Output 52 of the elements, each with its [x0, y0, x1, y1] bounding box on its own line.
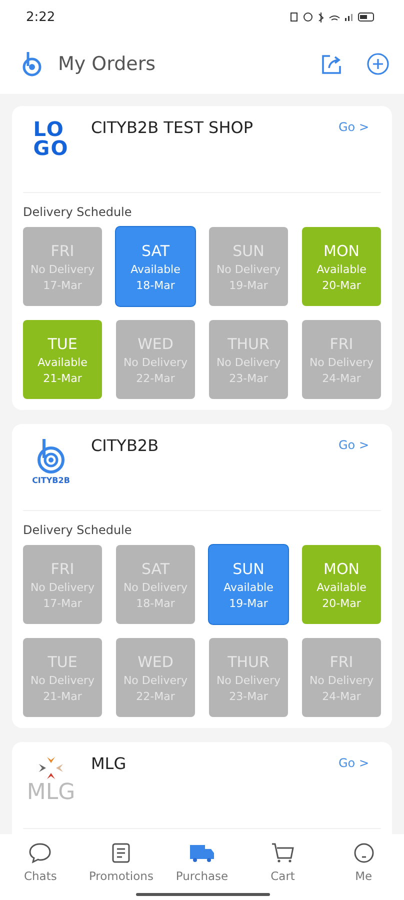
- day-name: TUE: [48, 334, 78, 352]
- day-tile[interactable]: MON Available 20-Mar: [302, 545, 381, 624]
- day-date: 19-Mar: [229, 596, 268, 610]
- profile-icon: [352, 842, 375, 864]
- day-status: Available: [38, 356, 88, 368]
- day-tile[interactable]: SAT Available 18-Mar: [116, 227, 195, 306]
- day-tile[interactable]: SUN Available 19-Mar: [209, 545, 288, 624]
- battery-icon: [358, 12, 374, 22]
- page-title: My Orders: [58, 53, 156, 75]
- day-name: SAT: [141, 242, 170, 260]
- day-tile[interactable]: MON Available 20-Mar: [302, 227, 381, 306]
- day-date: 20-Mar: [322, 596, 361, 610]
- day-status: Available: [130, 262, 180, 276]
- shop-logo: GO: [33, 139, 69, 158]
- go-link[interactable]: Go >: [338, 116, 381, 134]
- day-status: Available: [224, 580, 274, 594]
- day-status: Available: [316, 262, 366, 276]
- bluetooth-icon: [318, 12, 324, 22]
- day-status: Available: [316, 580, 366, 594]
- day-tile[interactable]: TUE Available 21-Mar: [23, 320, 102, 399]
- truck-icon: [188, 842, 215, 864]
- nav-tab[interactable]: Purchase: [162, 842, 242, 900]
- nav-tab[interactable]: Me: [323, 842, 404, 900]
- add-icon[interactable]: [366, 52, 390, 76]
- shop-name: CITYB2B: [91, 435, 160, 455]
- nav-tab[interactable]: Promotions: [80, 842, 162, 900]
- arrows-logo-icon: [38, 756, 64, 780]
- day-name: SUN: [232, 560, 264, 578]
- shop-name: MLG: [91, 753, 128, 773]
- logo-caption: CITYB2B: [32, 476, 70, 485]
- nav-tab[interactable]: Chats: [0, 842, 81, 900]
- document-icon: [110, 842, 132, 864]
- cart-icon: [270, 842, 295, 864]
- shop-name: CITYB2B TEST SHOP: [91, 117, 254, 137]
- go-link[interactable]: Go >: [338, 434, 381, 452]
- logo-caption: MLG: [26, 780, 76, 805]
- schedule-label: Delivery Schedule: [23, 523, 133, 537]
- schedule-label: Delivery Schedule: [23, 205, 133, 219]
- signal-icon: [345, 14, 353, 20]
- wifi-icon: [329, 14, 340, 20]
- status-time: 2:22: [26, 10, 56, 24]
- day-date: 18-Mar: [136, 278, 175, 292]
- chat-icon: [28, 842, 52, 864]
- day-name: MON: [324, 560, 360, 578]
- app-logo-icon: [20, 50, 44, 78]
- share-icon[interactable]: [320, 52, 344, 76]
- day-date: 21-Mar: [43, 372, 82, 384]
- go-link[interactable]: Go >: [338, 752, 381, 770]
- day-name: MON: [324, 242, 360, 260]
- day-date: 20-Mar: [322, 278, 361, 292]
- nav-tab[interactable]: Cart: [242, 842, 324, 900]
- shop-logo: LO: [33, 120, 64, 139]
